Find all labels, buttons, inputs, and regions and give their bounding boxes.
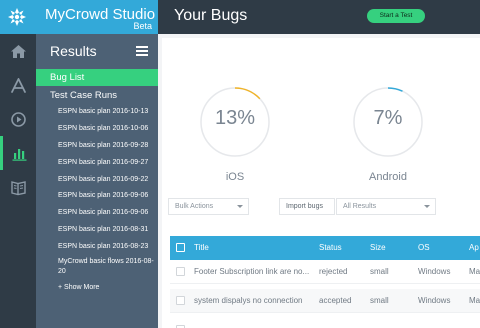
rail-apps[interactable] [0, 68, 36, 102]
row-title[interactable]: Footer Subscription link are no... [194, 260, 309, 284]
select-all-checkbox[interactable] [176, 243, 185, 252]
run-item[interactable]: ESPN basic plan 2016-08-23 [58, 241, 154, 258]
bulk-actions-value: Bulk Actions [175, 203, 214, 210]
run-item[interactable]: ESPN basic plan 2016-10-13 [58, 106, 154, 123]
col-status[interactable]: Status [319, 236, 342, 260]
row-status: rejected [319, 267, 348, 276]
row-os: Windows [418, 296, 451, 305]
rail-docs[interactable] [0, 170, 36, 204]
col-size[interactable]: Size [370, 236, 386, 260]
nav-test-case-runs[interactable]: Test Case Runs [50, 90, 117, 101]
panel-title: Results [50, 43, 97, 59]
ios-percent: 13% [214, 107, 256, 129]
import-bugs-button[interactable]: Import bugs [279, 198, 335, 215]
row-app: Ma [469, 296, 480, 305]
rail-home[interactable] [0, 34, 36, 68]
run-item[interactable]: ESPN basic plan 2016-09-27 [58, 157, 154, 174]
home-icon [10, 44, 26, 58]
row-checkbox[interactable] [176, 267, 185, 276]
table-row[interactable] [170, 318, 480, 328]
results-filter-value: All Results [343, 203, 377, 210]
col-app[interactable]: Ap [469, 236, 479, 260]
start-test-button[interactable]: Start a Test [367, 9, 425, 23]
rail-results[interactable] [0, 136, 36, 170]
row-os: Windows [418, 267, 451, 276]
icon-rail [0, 34, 36, 328]
table-row[interactable]: Footer Subscription link are no... rejec… [170, 260, 480, 284]
col-os[interactable]: OS [418, 236, 430, 260]
row-checkbox[interactable] [176, 296, 185, 305]
run-item[interactable]: ESPN basic plan 2016-09-06 [58, 207, 154, 224]
results-filter-select[interactable]: All Results [336, 198, 436, 215]
run-item[interactable]: MyCrowd basic flows 2016-08-20 [58, 257, 154, 283]
play-icon [10, 111, 26, 127]
run-item[interactable]: ESPN basic plan 2016-09-28 [58, 140, 154, 157]
col-title[interactable]: Title [194, 236, 209, 260]
row-app: Ma [469, 267, 480, 276]
main-content: 13% iOS 7% Android Bulk Actions Import b… [158, 34, 480, 328]
book-icon [10, 180, 26, 195]
run-item[interactable]: ESPN basic plan 2016-08-31 [58, 224, 154, 241]
show-more-link[interactable]: + Show More [58, 284, 154, 291]
rail-play[interactable] [0, 102, 36, 136]
chevron-down-icon [237, 205, 243, 208]
run-list: ESPN basic plan 2016-10-13 ESPN basic pl… [58, 106, 154, 291]
android-label: Android [369, 171, 407, 183]
row-status: accepted [319, 296, 352, 305]
run-item[interactable]: ESPN basic plan 2016-09-22 [58, 174, 154, 191]
stat-android: 7% Android [352, 86, 424, 183]
run-item[interactable]: ESPN basic plan 2016-10-06 [58, 123, 154, 140]
results-panel: Results Bug List Test Case Runs ESPN bas… [36, 34, 158, 328]
brand-badge: Beta [133, 21, 152, 31]
nav-bug-list[interactable]: Bug List [36, 69, 158, 86]
row-title[interactable]: system dispalys no connection [194, 289, 303, 313]
logo-icon [8, 8, 26, 26]
menu-icon[interactable] [136, 46, 148, 56]
ios-label: iOS [225, 171, 245, 183]
bugs-card: 13% iOS 7% Android Bulk Actions Import b… [162, 38, 480, 328]
bar-chart-icon [12, 148, 27, 161]
stat-ios: 13% iOS [199, 86, 271, 183]
table-header: Title Status Size OS Ap [170, 236, 480, 260]
run-item[interactable]: ESPN basic plan 2016-09-06 [58, 190, 154, 207]
apps-icon [10, 77, 26, 93]
page-title: Your Bugs [174, 7, 248, 24]
brand[interactable]: MyCrowd Studio Beta [0, 0, 158, 34]
bulk-actions-select[interactable]: Bulk Actions [168, 198, 249, 215]
chevron-down-icon [424, 205, 430, 208]
row-size: small [370, 296, 389, 305]
top-bar: MyCrowd Studio Beta Your Bugs Start a Te… [0, 0, 480, 34]
row-size: small [370, 267, 389, 276]
android-percent: 7% [373, 107, 403, 129]
table-row[interactable]: system dispalys no connection accepted s… [170, 289, 480, 313]
